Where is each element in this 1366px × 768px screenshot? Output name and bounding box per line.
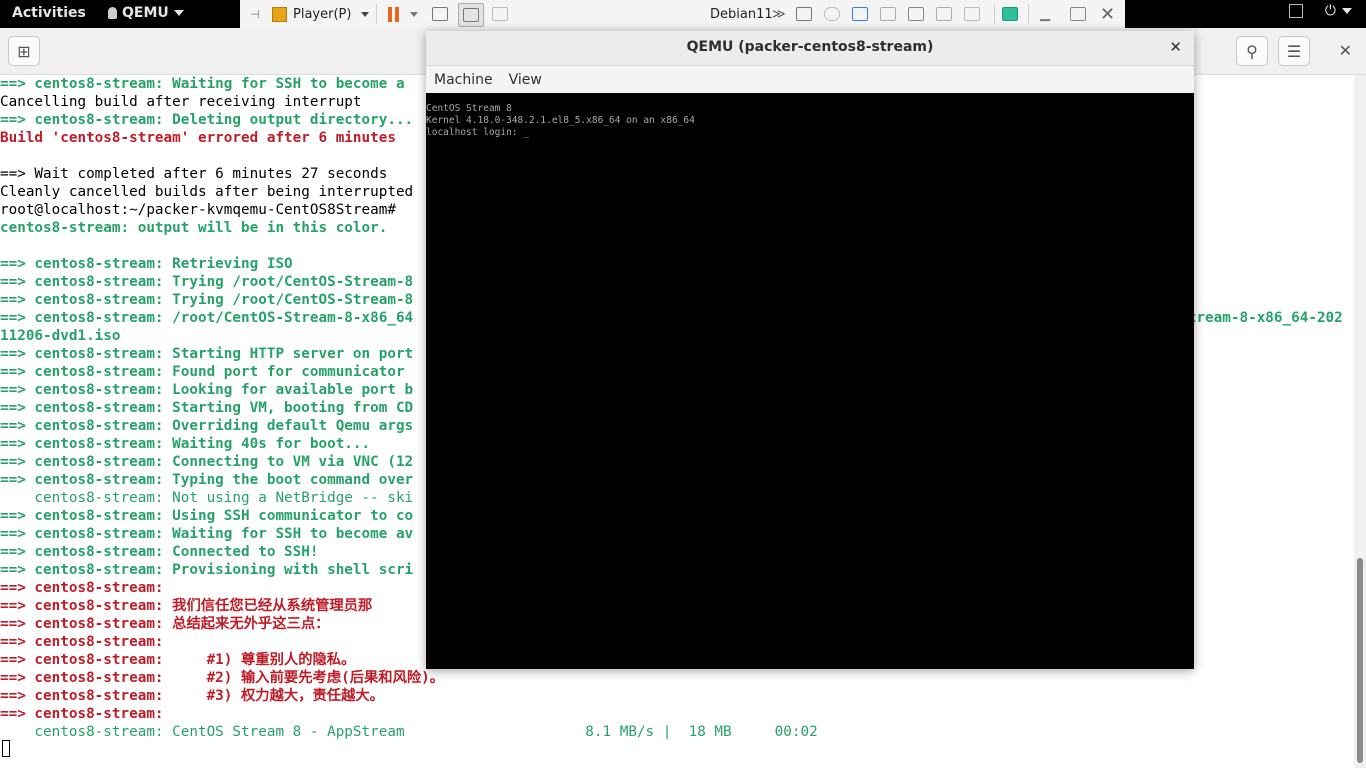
terminal-text: ==> centos8-stream: Trying /root/CentOS-… <box>0 292 414 308</box>
login-prompt[interactable]: localhost login: _ <box>426 127 1194 139</box>
terminal-cursor <box>2 740 10 757</box>
vm-name-label: Debian11 <box>710 6 773 22</box>
terminal-text: ==> centos8-stream: Connected to SSH! <box>0 544 319 560</box>
qemu-window: QEMU (packer-centos8-stream) ✕ Machine V… <box>426 31 1194 669</box>
power-icon: ⏻ <box>1324 3 1336 19</box>
terminal-scrollbar[interactable] <box>1354 75 1366 768</box>
player-menu-label: Player(P) <box>293 6 352 22</box>
close-icon[interactable]: ✕ <box>1339 41 1352 60</box>
terminal-text: ==> centos8-stream: Using SSH communicat… <box>0 508 414 524</box>
menu-view[interactable]: View <box>509 72 542 88</box>
message-log-icon[interactable] <box>1002 4 1018 24</box>
terminal-text: ==> centos8-stream: Trying /root/CentOS-… <box>0 274 414 290</box>
terminal-text: ==> centos8-stream: <box>0 706 164 722</box>
terminal-text: ==> centos8-stream: #1) 尊重别人的隐私。 <box>0 652 356 668</box>
qemu-menubar: Machine View <box>426 66 1194 94</box>
pause-icon <box>388 6 392 22</box>
terminal-text: root@localhost:~/packer-kvmqemu-CentOS8S… <box>0 202 405 218</box>
pin-icon[interactable]: ⊣ <box>250 4 260 24</box>
terminal-text: Cancelling build after receiving interru… <box>0 94 362 110</box>
menu-button[interactable]: ☰ <box>1278 36 1310 66</box>
search-icon: ⚲ <box>1246 41 1258 61</box>
scrollbar-thumb[interactable] <box>1357 558 1363 763</box>
pause-button[interactable] <box>388 4 418 24</box>
qemu-titlebar[interactable]: QEMU (packer-centos8-stream) ✕ <box>426 31 1194 66</box>
terminal-text: ==> centos8-stream: <box>0 634 164 650</box>
terminal-text: ==> centos8-stream: Waiting for SSH to b… <box>0 526 414 542</box>
new-tab-button[interactable]: ⊞ <box>8 36 40 66</box>
chevron-down-icon <box>173 10 184 16</box>
chevron-down-icon <box>361 11 370 17</box>
qemu-window-title: QEMU (packer-centos8-stream) <box>686 39 934 55</box>
sound-icon[interactable] <box>908 4 924 24</box>
terminal-text: ==> centos8-stream: Found port for commu… <box>0 364 405 380</box>
vm-console[interactable]: CentOS Stream 8 Kernel 4.18.0-348.2.1.el… <box>426 93 1194 669</box>
terminal-text: ==> centos8-stream: Retrieving ISO <box>0 256 293 272</box>
terminal-text: centos8-stream: output will be in this c… <box>0 220 388 236</box>
cdrom-icon[interactable] <box>824 4 840 24</box>
terminal-text: ==> centos8-stream: Starting HTTP server… <box>0 346 414 362</box>
terminal-text: ==> centos8-stream: Typing the boot comm… <box>0 472 414 488</box>
terminal-text: ==> centos8-stream: Provisioning with sh… <box>0 562 414 578</box>
fit-guest-icon[interactable] <box>458 3 484 27</box>
player-menu[interactable]: Player(P) <box>272 4 370 24</box>
terminal-text: ==> centos8-stream: Looking for availabl… <box>0 382 414 398</box>
terminal-line: ==> centos8-stream: #3) 权力越大，责任越大。 <box>0 687 1354 705</box>
network-icon[interactable] <box>1288 4 1303 18</box>
console-line: Kernel 4.18.0-348.2.1.el8_5.x86_64 on an… <box>426 115 695 126</box>
terminal-text: ==> centos8-stream: Waiting for SSH to b… <box>0 76 405 92</box>
chevron-down-icon <box>1342 8 1352 14</box>
restore-icon[interactable] <box>1070 4 1086 24</box>
unity-icon[interactable] <box>492 4 508 24</box>
harddisk-icon[interactable] <box>796 4 812 24</box>
terminal-text: centos8-stream: CentOS Stream 8 - AppStr… <box>0 724 818 740</box>
terminal-text: ==> centos8-stream: Starting VM, booting… <box>0 400 414 416</box>
player-icon <box>272 6 287 22</box>
chevron-down-icon <box>410 11 418 17</box>
new-tab-icon: ⊞ <box>17 41 31 61</box>
close-icon[interactable]: ✕ <box>1169 31 1182 63</box>
usb-icon[interactable] <box>936 4 952 24</box>
network-adapter-icon[interactable] <box>852 4 868 24</box>
terminal-text: Build 'centos8-stream' errored after 6 m… <box>0 130 405 146</box>
terminal-text: ==> centos8-stream: #3) 权力越大，责任越大。 <box>0 688 384 704</box>
qemu-app-icon <box>108 7 117 19</box>
terminal-text: ==> centos8-stream: /root/CentOS-Stream-… <box>0 310 414 326</box>
terminal-text: ==> centos8-stream: <box>0 580 164 596</box>
power-menu[interactable]: ⏻ <box>1325 3 1352 19</box>
terminal-text: ==> centos8-stream: Deleting output dire… <box>0 112 414 128</box>
terminal-text: ==> centos8-stream: #2) 输入前要先考虑(后果和风险)。 <box>0 670 445 686</box>
terminal-text: ==> centos8-stream: 总结起来无外乎这三点： <box>0 616 330 632</box>
terminal-text: ==> centos8-stream: Connecting to VM via… <box>0 454 414 470</box>
system-tray: ⏻ <box>1288 3 1352 19</box>
minimize-icon[interactable]: ▁ <box>1040 4 1050 24</box>
terminal-line: ==> centos8-stream: #2) 输入前要先考虑(后果和风险)。 <box>0 669 1354 687</box>
printer-icon[interactable] <box>880 4 896 24</box>
terminal-line: ==> centos8-stream: <box>0 705 1354 723</box>
terminal-text: 11206-dvd1.iso <box>0 328 121 344</box>
terminal-text: Cleanly cancelled builds after being int… <box>0 184 414 200</box>
vmware-player-toolbar: ⊣ Player(P) Debian11 ≫ ▁ ✕ <box>240 0 1125 29</box>
activities-button[interactable]: Activities <box>12 5 86 21</box>
search-button[interactable]: ⚲ <box>1236 36 1268 66</box>
terminal-text: ==> centos8-stream: Waiting 40s for boot… <box>0 436 371 452</box>
app-menu[interactable]: QEMU <box>108 5 184 21</box>
terminal-line: centos8-stream: CentOS Stream 8 - AppStr… <box>0 723 1354 741</box>
hamburger-icon: ☰ <box>1286 41 1302 61</box>
terminal-text: centos8-stream: Not using a NetBridge --… <box>0 490 414 506</box>
terminal-text: ==> Wait completed after 6 minutes 27 se… <box>0 166 388 182</box>
send-ctrl-alt-del-icon[interactable] <box>432 4 448 24</box>
close-icon[interactable]: ✕ <box>1100 4 1115 25</box>
console-line: CentOS Stream 8 <box>426 103 512 114</box>
app-menu-label: QEMU <box>122 5 169 21</box>
menu-machine[interactable]: Machine <box>434 72 493 88</box>
display-icon[interactable] <box>964 4 980 24</box>
more-devices-icon[interactable]: ≫ <box>772 4 786 24</box>
terminal-text: ==> centos8-stream: Overriding default Q… <box>0 418 414 434</box>
terminal-text: ==> centos8-stream: 我们信任您已经从系统管理员那 <box>0 598 373 614</box>
